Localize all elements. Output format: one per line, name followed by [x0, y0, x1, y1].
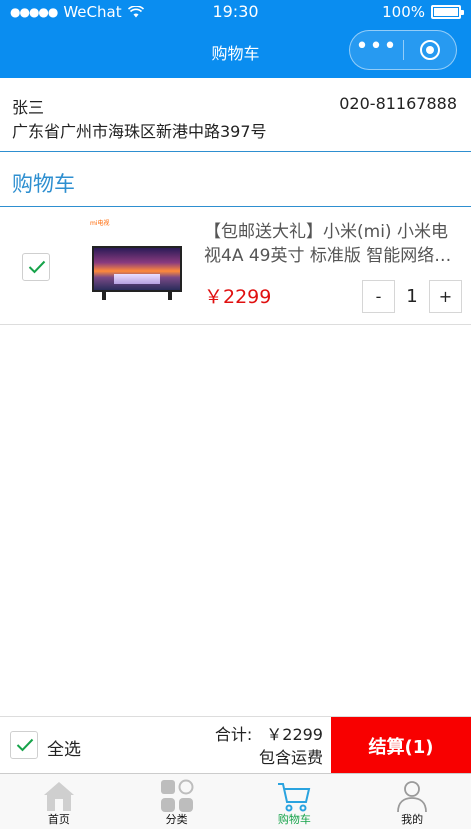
close-mini-program-button[interactable] — [404, 40, 456, 60]
quantity-stepper: - 1 + — [362, 280, 462, 313]
tab-label: 分类 — [165, 813, 188, 826]
product-price: ￥2299 — [204, 286, 272, 308]
decrease-button[interactable]: - — [362, 280, 395, 313]
select-all-label[interactable]: 全选 — [47, 735, 81, 760]
check-icon — [16, 738, 34, 752]
checkout-button[interactable]: 结算(1) — [331, 717, 471, 774]
freight-note: 包含运费 — [258, 748, 323, 767]
total-row: 合计: ￥2299 — [215, 721, 323, 745]
tv-screen — [92, 246, 182, 292]
total-amount: ￥2299 — [266, 725, 323, 744]
section-title: 购物车 — [12, 172, 75, 196]
nav-bar: 购物车 ••• — [0, 24, 471, 78]
recipient-name: 张三 — [12, 98, 45, 117]
tab-label: 购物车 — [277, 813, 311, 826]
tv-stand — [98, 292, 176, 300]
increase-button[interactable]: + — [429, 280, 462, 313]
battery-group: 100% — [382, 3, 464, 21]
battery-percent: 100% — [382, 3, 425, 21]
tab-bar: 首页 分类 购物车 我的 — [0, 773, 471, 829]
tab-label: 首页 — [47, 813, 70, 826]
tab-label: 我的 — [401, 813, 424, 826]
recipient-phone: 020-81167888 — [339, 94, 457, 113]
category-icon — [160, 779, 194, 812]
quantity-value: 1 — [406, 286, 418, 307]
home-icon — [43, 782, 74, 811]
product-title[interactable]: 【包邮送大礼】小米(mi) 小米电视4A 49英寸 标准版 智能网络… — [204, 220, 454, 268]
tab-category[interactable]: 分类 — [118, 774, 236, 829]
tab-profile[interactable]: 我的 — [353, 774, 471, 829]
battery-icon — [431, 5, 464, 19]
checkout-bar: 全选 合计: ￥2299 包含运费 结算(1) — [0, 716, 471, 774]
product-image[interactable]: mi电视 — [90, 218, 184, 304]
shipping-address[interactable]: 张三 020-81167888 广东省广州市海珠区新港中路397号 — [0, 88, 471, 152]
user-icon — [397, 781, 428, 813]
tab-cart[interactable]: 购物车 — [236, 774, 354, 829]
tab-home[interactable]: 首页 — [0, 774, 118, 829]
cart-section-header: 购物车 — [0, 153, 471, 207]
check-icon — [28, 260, 46, 274]
target-icon — [419, 40, 440, 60]
brand-logo: mi电视 — [90, 220, 110, 227]
cart-item: mi电视 【包邮送大礼】小米(mi) 小米电视4A 49英寸 标准版 智能网络…… — [0, 208, 471, 325]
more-icon[interactable]: ••• — [350, 36, 403, 58]
address-detail: 广东省广州市海珠区新港中路397号 — [12, 122, 267, 141]
total-label: 合计: — [214, 725, 253, 744]
item-checkbox[interactable] — [22, 253, 50, 281]
select-all-checkbox[interactable] — [10, 731, 38, 759]
cart-icon — [278, 783, 311, 812]
status-bar: ●●●●● WeChat 19:30 100% — [0, 0, 471, 24]
mini-program-capsule: ••• — [349, 30, 457, 70]
